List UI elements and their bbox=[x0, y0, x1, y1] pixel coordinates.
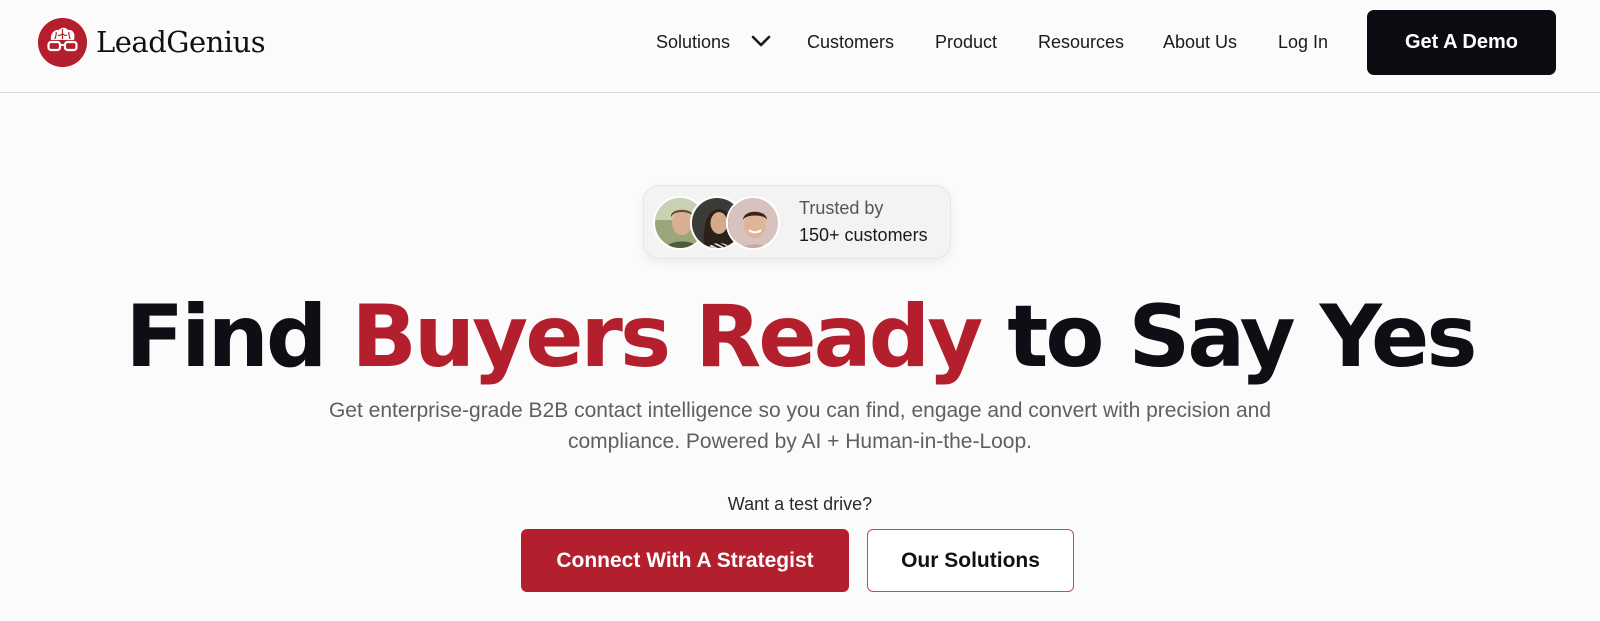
hero-title-start: Find bbox=[125, 287, 352, 387]
get-a-demo-button[interactable]: Get A Demo bbox=[1367, 10, 1556, 75]
trusted-by-label: Trusted by bbox=[799, 198, 884, 218]
nav-item-customers[interactable]: Customers bbox=[807, 26, 894, 58]
nav-item-resources[interactable]: Resources bbox=[1038, 26, 1124, 58]
trusted-by-badge: Trusted by 150+ customers bbox=[643, 185, 951, 259]
customer-count: 150+ customers bbox=[799, 225, 928, 245]
connect-with-strategist-button[interactable]: Connect With A Strategist bbox=[521, 529, 849, 592]
chevron-down-icon[interactable] bbox=[750, 34, 772, 50]
nav-item-product[interactable]: Product bbox=[935, 26, 997, 58]
nav-item-solutions[interactable]: Solutions bbox=[656, 26, 730, 58]
brand-name: LeadGenius bbox=[96, 25, 266, 59]
brand-logo[interactable]: LeadGenius bbox=[38, 17, 266, 67]
site-header: LeadGenius Solutions Customers Product R… bbox=[0, 0, 1600, 93]
nav-item-about-us[interactable]: About Us bbox=[1163, 26, 1237, 58]
hero-title-accent: Buyers Ready bbox=[351, 287, 983, 387]
test-drive-label: Want a test drive? bbox=[727, 494, 873, 514]
hero-title-end: to Say Yes bbox=[980, 287, 1477, 387]
our-solutions-button[interactable]: Our Solutions bbox=[867, 529, 1074, 592]
brain-with-glasses-icon bbox=[38, 17, 87, 67]
nav-item-log-in[interactable]: Log In bbox=[1278, 26, 1328, 58]
customer-avatar-3 bbox=[726, 196, 780, 250]
hero-title: Find Buyers Ready to Say Yes bbox=[0, 282, 1600, 392]
hero-subtitle: Get enterprise-grade B2B contact intelli… bbox=[328, 399, 1272, 453]
